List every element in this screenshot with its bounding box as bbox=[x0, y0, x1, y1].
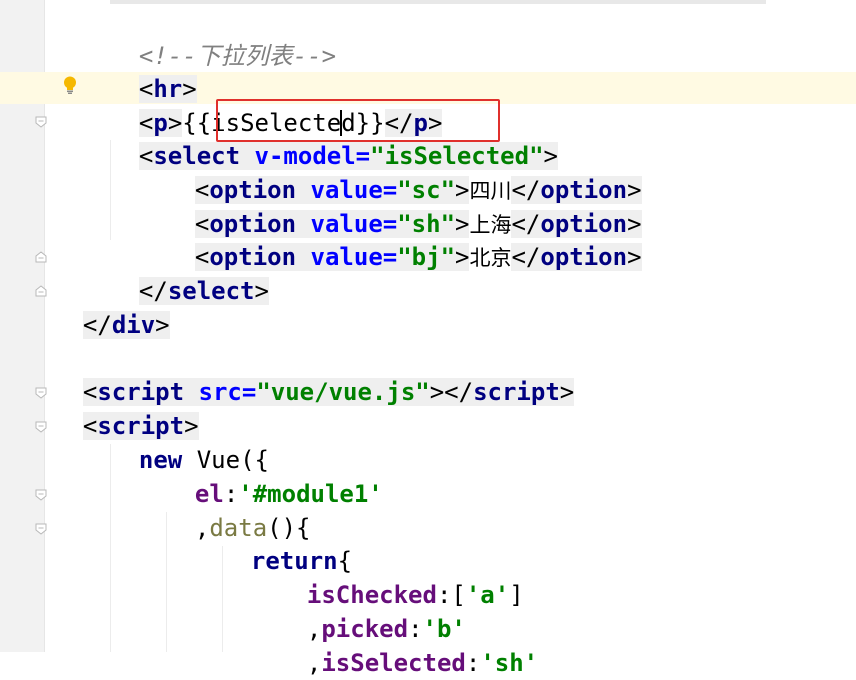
code-text: : bbox=[465, 649, 481, 677]
code-line-comment[interactable]: <!--下拉列表--> bbox=[110, 5, 336, 70]
attribute-equals: = bbox=[241, 378, 257, 406]
fold-marker-icon[interactable] bbox=[35, 421, 47, 433]
fold-marker-icon[interactable] bbox=[35, 285, 47, 297]
string-literal: 'sh' bbox=[480, 649, 539, 677]
attribute-name: src bbox=[198, 378, 242, 406]
previous-line-tail bbox=[110, 0, 766, 4]
tag-bracket: > bbox=[429, 378, 445, 406]
attribute-value: "vue/vue.js" bbox=[256, 378, 430, 406]
code-text: ] bbox=[509, 581, 524, 609]
tag-bracket: > bbox=[254, 277, 269, 305]
attribute-equals: = bbox=[382, 243, 398, 271]
tag-bracket: > bbox=[155, 311, 170, 339]
code-line-isselected[interactable]: ,isSelected:'sh' bbox=[278, 612, 538, 677]
tag-bracket: > bbox=[627, 243, 642, 271]
code-line-option[interactable]: <option value="bj">北京</option> bbox=[166, 206, 642, 271]
code-line-picked[interactable]: ,picked:'b' bbox=[278, 578, 466, 643]
fold-marker-icon[interactable] bbox=[35, 116, 47, 128]
tag-bracket: </ bbox=[444, 378, 474, 406]
fold-marker-icon[interactable] bbox=[35, 387, 47, 399]
tag-name: script bbox=[473, 378, 560, 406]
option-text: 北京 bbox=[469, 246, 512, 270]
lightbulb-icon[interactable] bbox=[61, 75, 79, 95]
tag-bracket: > bbox=[559, 378, 575, 406]
tag-name: select bbox=[167, 277, 255, 305]
fold-marker-icon[interactable] bbox=[35, 523, 47, 535]
tag-bracket: > bbox=[455, 243, 470, 271]
code-line-option[interactable]: <option value="sh">上海</option> bbox=[166, 173, 642, 238]
property-key: isSelected bbox=[321, 649, 466, 677]
attribute-value: "bj" bbox=[397, 243, 456, 271]
code-line-script-src[interactable]: <script src="vue/vue.js"></script> bbox=[54, 341, 575, 406]
tag-name: option bbox=[540, 243, 628, 271]
code-text: , bbox=[306, 649, 322, 677]
code-line-hr[interactable]: <hr> bbox=[110, 38, 197, 103]
code-line-option[interactable]: <option value="sc">四川</option> bbox=[166, 139, 642, 204]
code-line-ischecked[interactable]: isChecked:['a'] bbox=[278, 544, 524, 609]
attribute-name: value bbox=[310, 243, 383, 271]
tag-bracket: < bbox=[82, 412, 98, 440]
string-literal: 'a' bbox=[465, 581, 510, 609]
code-line-new-vue[interactable]: new Vue({ bbox=[110, 409, 269, 474]
tag-name: div bbox=[111, 311, 156, 339]
tag-bracket: </ bbox=[82, 311, 112, 339]
tag-bracket: </ bbox=[511, 243, 541, 271]
code-line-div-close[interactable]: </div> bbox=[54, 274, 170, 339]
code-line-el[interactable]: el:'#module1' bbox=[166, 443, 383, 508]
code-text: , bbox=[194, 514, 210, 542]
code-line-select-close[interactable]: </select> bbox=[110, 240, 269, 305]
fold-marker-icon[interactable] bbox=[35, 251, 47, 263]
code-line-data[interactable]: ,data(){ bbox=[166, 477, 311, 542]
code-line-return[interactable]: return{ bbox=[222, 510, 352, 575]
highlight-box bbox=[216, 99, 500, 142]
tag-bracket: < bbox=[138, 142, 154, 170]
code-line-script-open[interactable]: <script> bbox=[54, 375, 199, 440]
fold-marker-icon[interactable] bbox=[35, 489, 47, 501]
